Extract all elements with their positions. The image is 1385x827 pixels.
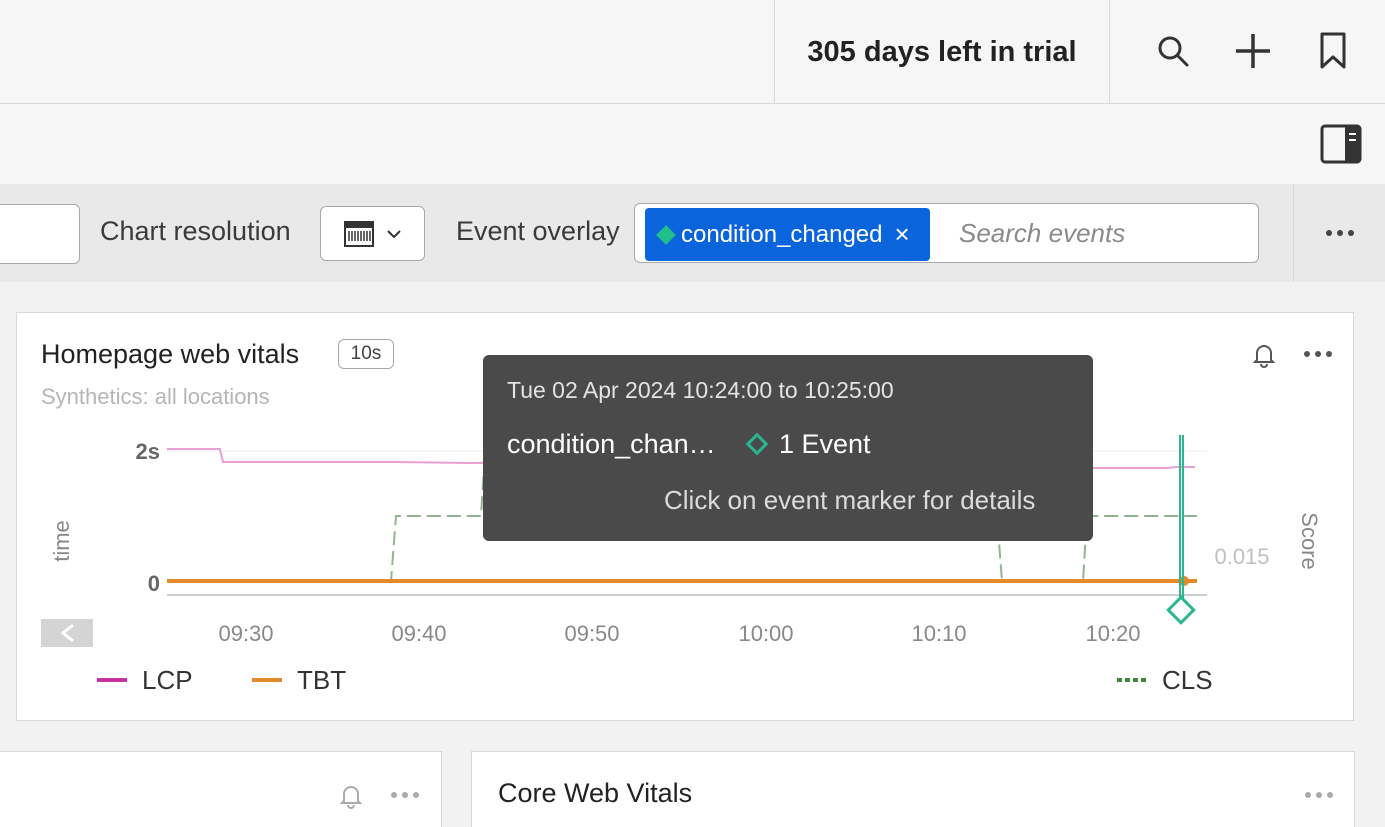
x-tick: 10:00 xyxy=(738,621,793,646)
chart-resolution-dropdown[interactable] xyxy=(320,206,425,261)
card-more-icon[interactable] xyxy=(390,780,420,810)
card3-title: Core Web Vitals xyxy=(498,778,693,808)
legend-lcp: LCP xyxy=(142,665,193,695)
event-marker-icon xyxy=(1166,595,1196,625)
event-chip[interactable]: condition_changed × xyxy=(645,208,930,261)
event-overlay-label: Event overlay xyxy=(456,216,620,246)
tooltip-event-count: 1 Event xyxy=(779,429,871,459)
trial-text: 305 days left in trial xyxy=(807,35,1077,68)
right-tick: 0.015 xyxy=(1214,544,1269,569)
more-options-icon[interactable] xyxy=(1293,184,1385,282)
bookmark-icon[interactable] xyxy=(1308,26,1358,76)
trial-status: 305 days left in trial xyxy=(774,0,1110,104)
chevron-down-icon xyxy=(386,229,401,238)
top-bar: 305 days left in trial xyxy=(0,0,1385,104)
legend-tbt: TBT xyxy=(297,665,346,695)
event-tooltip: Tue 02 Apr 2024 10:24:00 to 10:25:00 con… xyxy=(483,355,1093,541)
chart-subtitle: Synthetics: all locations xyxy=(41,384,270,409)
chart-card-2 xyxy=(0,751,442,827)
filter-bar: Chart resolution Event overlay condition… xyxy=(0,184,1385,282)
search-events-placeholder[interactable]: Search events xyxy=(959,218,1125,249)
plus-icon[interactable] xyxy=(1228,26,1278,76)
bell-icon[interactable] xyxy=(336,780,366,810)
x-tick: 10:20 xyxy=(1085,621,1140,646)
chart-title: Homepage web vitals xyxy=(41,339,300,369)
y-tick-0: 0 xyxy=(148,571,160,596)
resolution-badge: 10s xyxy=(338,339,394,369)
tooltip-hint: Click on event marker for details xyxy=(664,485,1036,515)
tooltip-event-name: condition_chan… xyxy=(507,429,716,459)
event-overlay-input[interactable]: condition_changed × Search events xyxy=(634,203,1259,263)
x-tick: 09:40 xyxy=(391,621,446,646)
dashboard-toolbar xyxy=(0,104,1385,184)
side-panel-toggle-icon[interactable] xyxy=(1320,124,1366,168)
bell-icon[interactable] xyxy=(1249,339,1279,369)
resolution-icon xyxy=(343,220,374,247)
event-chip-label: condition_changed xyxy=(681,220,883,248)
tooltip-time-range: Tue 02 Apr 2024 10:24:00 to 10:25:00 xyxy=(507,377,894,403)
chart-card-3: Core Web Vitals xyxy=(471,751,1355,827)
x-tick: 09:30 xyxy=(218,621,273,646)
event-diamond-icon xyxy=(656,224,676,245)
left-axis-title: time xyxy=(49,520,74,562)
pan-left-button xyxy=(41,619,93,647)
event-diamond-icon xyxy=(745,432,769,456)
filter-input[interactable] xyxy=(0,204,80,264)
legend-cls: CLS xyxy=(1162,665,1213,695)
close-icon[interactable]: × xyxy=(895,219,910,250)
card-more-icon[interactable] xyxy=(1303,339,1337,369)
chart-resolution-label: Chart resolution xyxy=(100,216,291,246)
x-tick: 10:10 xyxy=(911,621,966,646)
search-icon[interactable] xyxy=(1148,26,1198,76)
card-more-icon[interactable] xyxy=(1304,780,1334,810)
y-tick-2s: 2s xyxy=(136,439,160,464)
right-axis-title: Score xyxy=(1297,512,1322,569)
x-tick: 09:50 xyxy=(564,621,619,646)
